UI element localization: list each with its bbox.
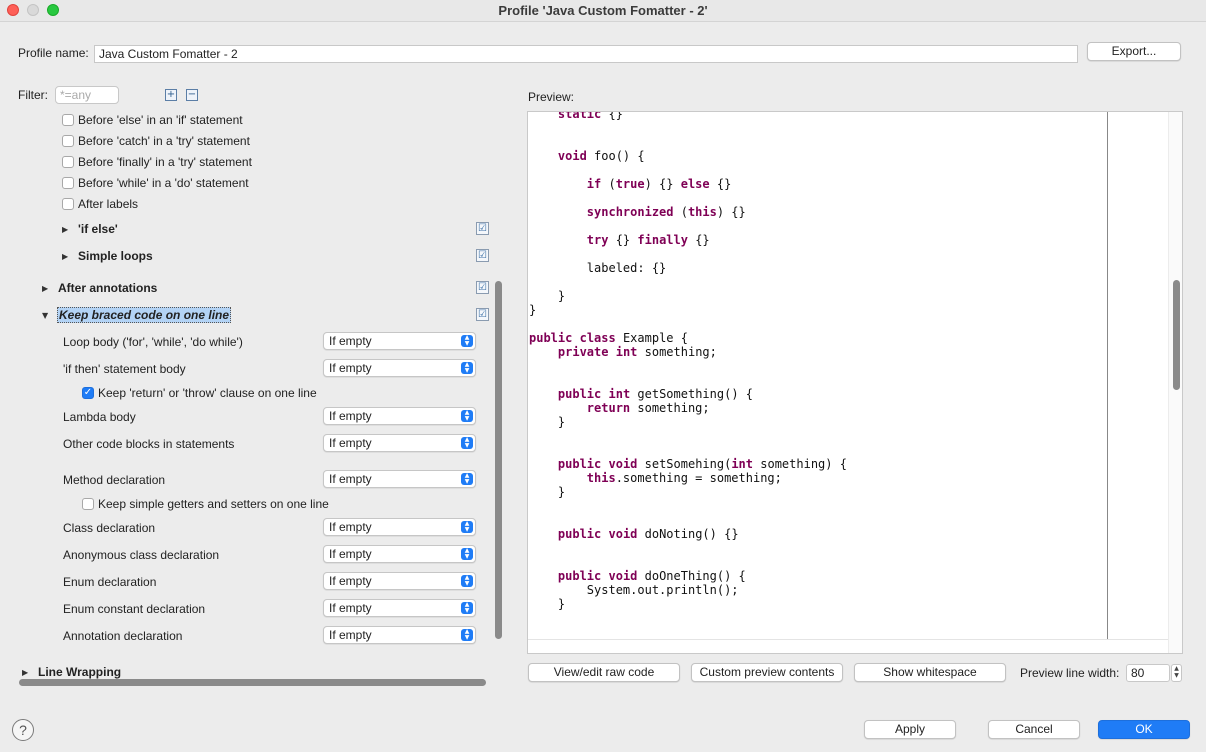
code-line: static {} — [557, 111, 623, 121]
option-label: Lambda body — [63, 410, 136, 424]
view-raw-code-button[interactable]: View/edit raw code — [528, 663, 680, 682]
code-line: public void setSomehing(int something) { — [557, 457, 847, 471]
select-arrows-icon: ▲ ▼ — [461, 548, 473, 560]
code-text: static {} void foo() { if (true) {} else… — [529, 112, 847, 611]
preview-horizontal-scrollbar[interactable] — [528, 639, 1168, 653]
option-label: Method declaration — [63, 473, 166, 487]
checkbox[interactable] — [62, 156, 74, 168]
custom-preview-button[interactable]: Custom preview contents — [691, 663, 843, 682]
code-line: System.out.println(); — [586, 583, 739, 597]
ok-button[interactable]: OK — [1098, 720, 1190, 739]
code-line: public int getSomething() { — [557, 387, 754, 401]
preview-line-width-label: Preview line width: — [1020, 666, 1120, 680]
checkbox-checked[interactable]: ✓ — [82, 387, 94, 399]
expand-triangle-icon[interactable]: ▶ — [62, 225, 68, 234]
preview-vertical-scrollbar[interactable] — [1168, 112, 1182, 653]
partial-check-icon[interactable]: ☑ — [476, 249, 489, 262]
select-arrows-icon: ▲ ▼ — [461, 521, 473, 533]
code-preview[interactable]: static {} void foo() { if (true) {} else… — [527, 111, 1183, 654]
option-select[interactable]: If empty ▲ ▼ — [323, 434, 476, 452]
code-line: } — [557, 289, 566, 303]
cancel-button[interactable]: Cancel — [988, 720, 1080, 739]
print-margin-line — [1107, 112, 1108, 639]
select-arrows-icon: ▲ ▼ — [461, 362, 473, 374]
show-whitespace-button[interactable]: Show whitespace — [854, 663, 1006, 682]
tree-vertical-scrollbar[interactable] — [491, 111, 505, 676]
title-bar: Profile 'Java Custom Fomatter - 2' — [0, 0, 1206, 22]
checkbox[interactable] — [62, 198, 74, 210]
option-select[interactable]: If empty ▲ ▼ — [323, 518, 476, 536]
select-arrows-icon: ▲ ▼ — [461, 602, 473, 614]
expand-all-icon[interactable]: + — [165, 89, 177, 101]
code-line: private int something; — [557, 345, 717, 359]
scrollbar-thumb[interactable] — [1173, 280, 1180, 390]
option-label: Annotation declaration — [63, 629, 183, 643]
option-label: Anonymous class declaration — [63, 548, 220, 562]
collapse-triangle-icon[interactable]: ▼ — [42, 311, 48, 320]
option-select[interactable]: If empty ▲ ▼ — [323, 332, 476, 350]
help-icon[interactable]: ? — [12, 719, 34, 741]
checkbox[interactable] — [82, 498, 94, 510]
profile-name-input[interactable]: Java Custom Fomatter - 2 — [94, 45, 1078, 63]
profile-name-label: Profile name: — [18, 46, 89, 60]
tree-horizontal-scrollbar[interactable] — [18, 676, 488, 688]
code-line: this.something = something; — [586, 471, 782, 485]
checkbox[interactable] — [62, 135, 74, 147]
scrollbar-thumb[interactable] — [495, 281, 502, 639]
collapse-all-icon[interactable]: − — [186, 89, 198, 101]
option-label: Class declaration — [63, 521, 156, 535]
select-arrows-icon: ▲ ▼ — [461, 335, 473, 347]
filter-label: Filter: — [18, 88, 48, 102]
code-line: public class Example { — [529, 331, 688, 345]
line-width-stepper-icon[interactable]: ▲ ▼ — [1171, 664, 1182, 682]
code-line: public void doNoting() {} — [557, 527, 739, 541]
close-window-button[interactable] — [7, 4, 19, 16]
code-line: } — [557, 597, 566, 611]
scrollbar-thumb[interactable] — [19, 679, 486, 686]
code-line: } — [529, 303, 537, 317]
select-arrows-icon: ▲ ▼ — [461, 410, 473, 422]
code-line: } — [557, 485, 566, 499]
option-select[interactable]: If empty ▲ ▼ — [323, 626, 476, 644]
option-select[interactable]: If empty ▲ ▼ — [323, 545, 476, 563]
preview-line-width-input[interactable]: 80 — [1126, 664, 1170, 682]
checkbox[interactable] — [62, 114, 74, 126]
preview-label: Preview: — [528, 90, 575, 104]
code-line: try {} finally {} — [586, 233, 710, 247]
select-arrows-icon: ▲ ▼ — [461, 473, 473, 485]
option-label: Enum declaration — [63, 575, 157, 589]
partial-check-icon[interactable]: ☑ — [476, 308, 489, 321]
option-select[interactable]: If empty ▲ ▼ — [323, 572, 476, 590]
minimize-window-button[interactable] — [27, 4, 39, 16]
code-line: if (true) {} else {} — [586, 177, 732, 191]
checkbox[interactable] — [62, 177, 74, 189]
code-line: void foo() { — [557, 149, 645, 163]
option-select[interactable]: If empty ▲ ▼ — [323, 407, 476, 425]
code-line: return something; — [586, 401, 710, 415]
option-select[interactable]: If empty ▲ ▼ — [323, 470, 476, 488]
code-line: } — [557, 415, 566, 429]
partial-check-icon[interactable]: ☑ — [476, 281, 489, 294]
filter-input[interactable]: *=any — [55, 86, 119, 104]
option-select[interactable]: If empty ▲ ▼ — [323, 599, 476, 617]
option-label: 'if then' statement body — [63, 362, 186, 376]
code-line: public void doOneThing() { — [557, 569, 746, 583]
option-label: Loop body ('for', 'while', 'do while') — [63, 335, 243, 349]
export-button[interactable]: Export... — [1087, 42, 1181, 61]
window-title: Profile 'Java Custom Fomatter - 2' — [498, 3, 708, 18]
zoom-window-button[interactable] — [47, 4, 59, 16]
code-line: labeled: {} — [586, 261, 667, 275]
select-arrows-icon: ▲ ▼ — [461, 575, 473, 587]
partial-check-icon[interactable]: ☑ — [476, 222, 489, 235]
option-select[interactable]: If empty ▲ ▼ — [323, 359, 476, 377]
option-label: Other code blocks in statements — [63, 437, 235, 451]
select-arrows-icon: ▲ ▼ — [461, 437, 473, 449]
option-label: Enum constant declaration — [63, 602, 206, 616]
code-line: synchronized (this) {} — [586, 205, 746, 219]
apply-button[interactable]: Apply — [864, 720, 956, 739]
expand-triangle-icon[interactable]: ▶ — [62, 252, 68, 261]
expand-triangle-icon[interactable]: ▶ — [42, 284, 48, 293]
settings-tree: Before 'else' in an 'if' statement Befor… — [18, 111, 505, 689]
select-arrows-icon: ▲ ▼ — [461, 629, 473, 641]
